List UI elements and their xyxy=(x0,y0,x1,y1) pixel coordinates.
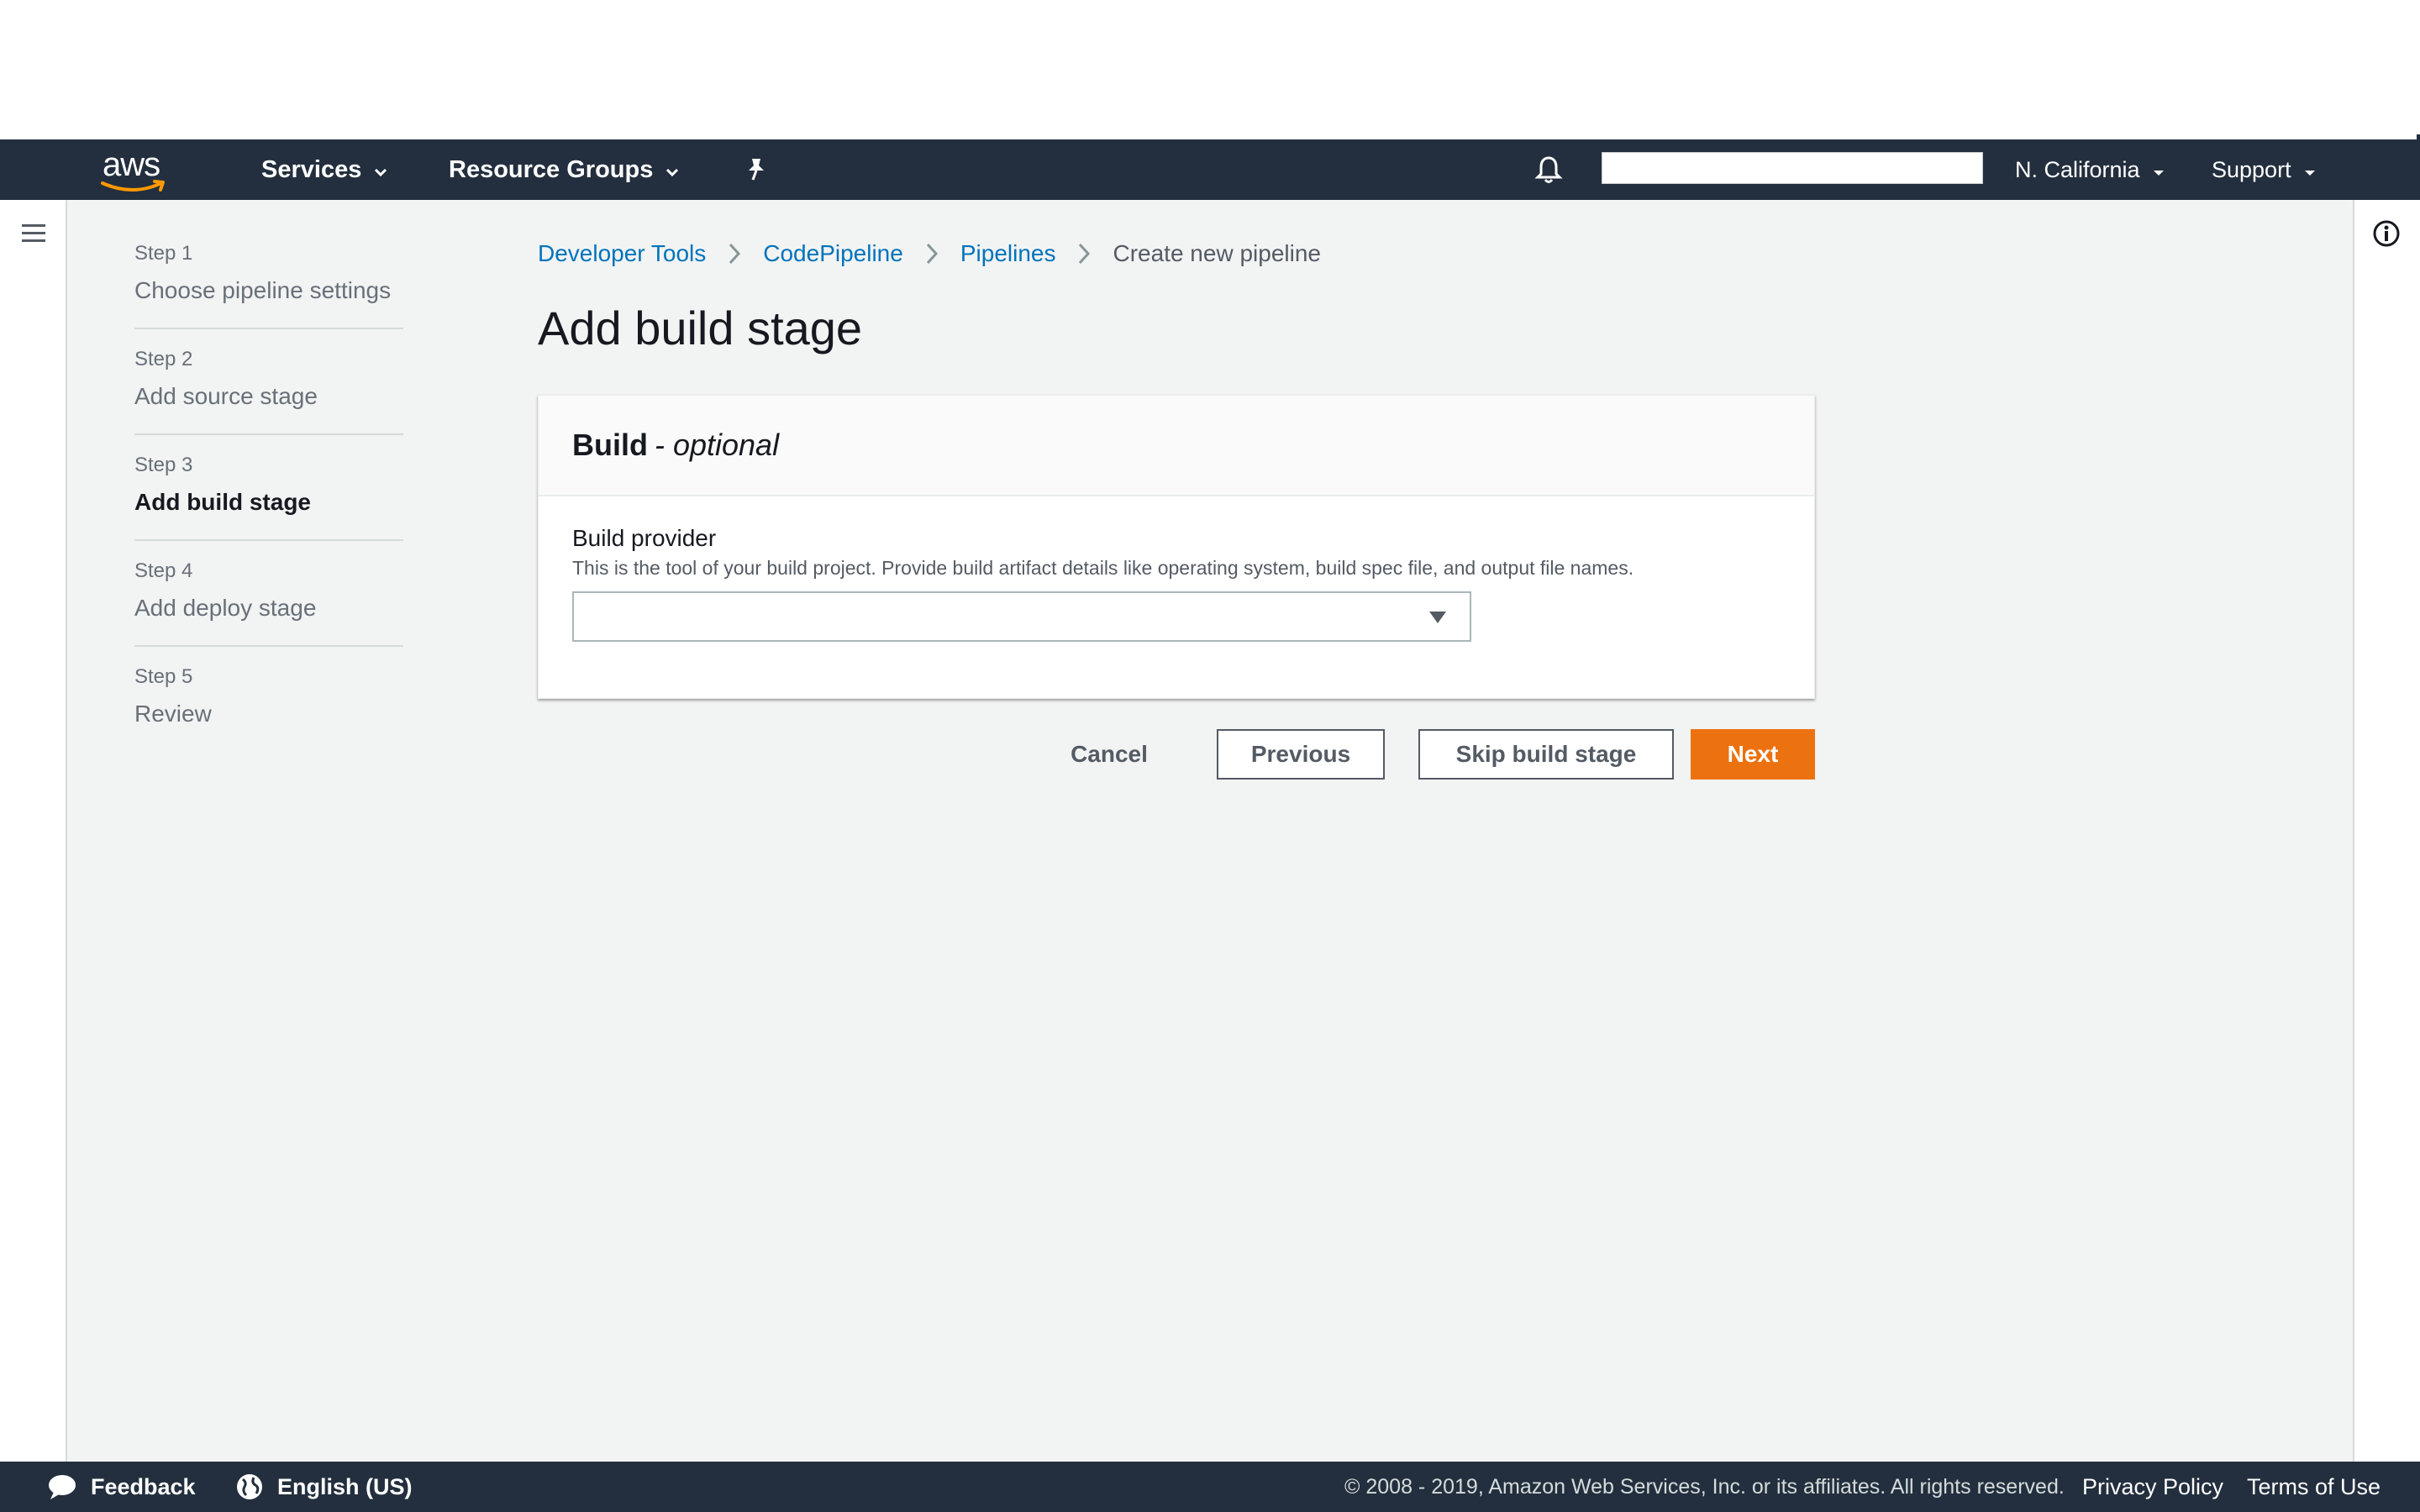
breadcrumb: Developer Tools CodePipeline Pipelines C… xyxy=(538,237,1321,270)
region-label: N. California xyxy=(2015,156,2140,182)
panel-header: Build - optional xyxy=(539,396,1814,496)
footer: Feedback English (US) © 2008 - 2019, Ama… xyxy=(0,1462,2420,1512)
build-provider-field: Build provider This is the tool of your … xyxy=(539,496,1814,642)
chevron-down-icon xyxy=(373,156,388,184)
step-title: Add build stage xyxy=(134,489,311,515)
step-number: Step 3 xyxy=(134,454,193,476)
page-title: Add build stage xyxy=(538,302,863,354)
resource-groups-menu[interactable]: Resource Groups xyxy=(449,139,680,200)
right-rail xyxy=(2353,200,2420,1462)
step-title: Review xyxy=(134,701,212,727)
step-number: Step 4 xyxy=(134,559,193,582)
services-label: Services xyxy=(261,155,362,183)
info-icon[interactable] xyxy=(2371,218,2402,253)
step-title: Choose pipeline settings xyxy=(134,277,392,303)
breadcrumb-codepipeline[interactable]: CodePipeline xyxy=(763,240,903,267)
region-selector[interactable]: N. California xyxy=(2015,139,2165,200)
caret-down-icon xyxy=(2152,157,2165,183)
build-provider-label: Build provider xyxy=(572,525,717,551)
panel-title-optional: - optional xyxy=(654,428,780,462)
wizard-step-2[interactable]: Step 2 Add source stage xyxy=(134,348,403,435)
panel-title: Build xyxy=(572,428,648,462)
copyright-text: © 2008 - 2019, Amazon Web Services, Inc.… xyxy=(1344,1474,2065,1499)
main-content: Step 1 Choose pipeline settings Step 2 A… xyxy=(0,200,2420,1462)
previous-button[interactable]: Previous xyxy=(1217,729,1385,780)
support-label: Support xyxy=(2212,156,2291,182)
next-button[interactable]: Next xyxy=(1691,729,1815,780)
build-provider-description: This is the tool of your build project. … xyxy=(572,557,1634,579)
wizard-steps: Step 1 Choose pipeline settings Step 2 A… xyxy=(134,242,403,771)
wizard-step-3: Step 3 Add build stage xyxy=(134,454,403,541)
services-menu[interactable]: Services xyxy=(261,139,388,200)
breadcrumb-current: Create new pipeline xyxy=(1113,240,1321,266)
wizard-actions: Cancel Previous Skip build stage Next xyxy=(0,729,2420,780)
terms-of-use-link[interactable]: Terms of Use xyxy=(2247,1462,2381,1512)
left-rail xyxy=(0,200,67,1462)
chevron-down-icon xyxy=(665,156,680,184)
wizard-step-4: Step 4 Add deploy stage xyxy=(134,559,403,647)
globe-icon xyxy=(235,1473,264,1501)
aws-smile-icon xyxy=(101,180,165,192)
language-selector[interactable]: English (US) xyxy=(235,1462,413,1512)
step-title: Add deploy stage xyxy=(134,595,317,621)
chevron-right-icon xyxy=(925,242,939,265)
caret-down-icon xyxy=(1428,610,1448,629)
support-menu[interactable]: Support xyxy=(2212,139,2317,200)
chevron-right-icon xyxy=(728,242,741,265)
breadcrumb-pipelines[interactable]: Pipelines xyxy=(960,240,1056,267)
chevron-right-icon xyxy=(1077,242,1091,265)
wizard-step-1[interactable]: Step 1 Choose pipeline settings xyxy=(134,242,403,329)
speech-bubble-icon xyxy=(47,1473,77,1500)
privacy-policy-link[interactable]: Privacy Policy xyxy=(2082,1462,2223,1512)
top-navigation-bar: aws Services Resource Groups N. Californ… xyxy=(0,139,2420,200)
build-provider-select[interactable] xyxy=(572,591,1471,642)
feedback-link[interactable]: Feedback xyxy=(47,1462,196,1512)
step-title: Add source stage xyxy=(134,383,318,409)
aws-logo[interactable]: aws xyxy=(99,144,175,195)
build-panel: Build - optional Build provider This is … xyxy=(538,395,1815,699)
language-label: English (US) xyxy=(277,1473,413,1499)
step-number: Step 5 xyxy=(134,665,193,688)
cancel-button[interactable]: Cancel xyxy=(1059,729,1160,780)
feedback-label: Feedback xyxy=(91,1473,196,1499)
pin-icon[interactable] xyxy=(744,139,768,200)
notification-bell-icon[interactable] xyxy=(1534,139,1563,200)
top-blank-area xyxy=(0,0,2420,143)
step-number: Step 2 xyxy=(134,348,193,370)
hamburger-menu-icon[interactable] xyxy=(20,222,47,249)
step-number: Step 1 xyxy=(134,242,193,265)
caret-down-icon xyxy=(2303,157,2317,183)
resource-groups-label: Resource Groups xyxy=(449,155,654,183)
skip-build-stage-button[interactable]: Skip build stage xyxy=(1418,729,1674,780)
search-input[interactable] xyxy=(1602,152,1983,184)
breadcrumb-developer-tools[interactable]: Developer Tools xyxy=(538,240,706,267)
